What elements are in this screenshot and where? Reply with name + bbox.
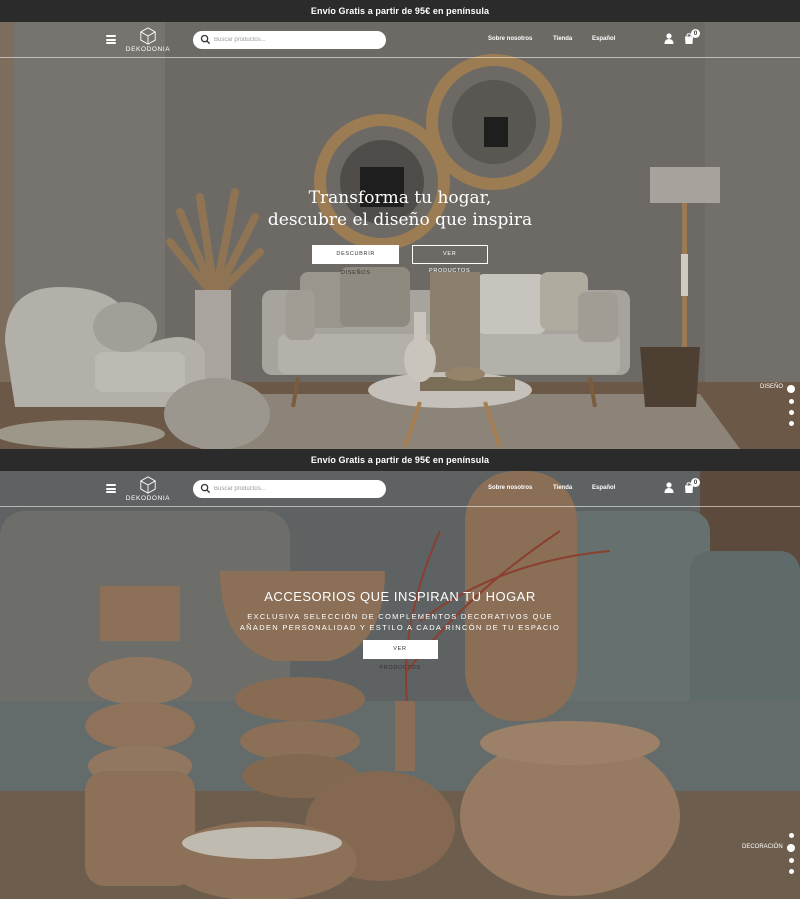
search-bar[interactable] xyxy=(193,480,386,498)
hero-heading-line2: descubre el diseño que inspira xyxy=(267,210,533,230)
search-input[interactable] xyxy=(214,482,374,496)
user-icon[interactable] xyxy=(664,33,674,44)
hero-heading-line1: Transforma tu hogar, xyxy=(308,188,492,208)
slide-dot-2-active[interactable] xyxy=(787,844,795,852)
nav-link-about[interactable]: Sobre nosotros xyxy=(488,36,532,42)
cart-button[interactable]: 0 xyxy=(684,29,702,45)
discover-designs-button[interactable]: DESCUBRIR DISEÑOS xyxy=(312,245,400,276)
site-logo[interactable]: DEKODONIA xyxy=(125,476,171,504)
site-logo[interactable]: DEKODONIA xyxy=(125,27,171,55)
hero-subtitle-line2: AÑADEN PERSONALIDAD Y ESTILO A CADA RINC… xyxy=(239,623,561,632)
cart-button[interactable]: 0 xyxy=(684,478,702,494)
slide-dot-1-active[interactable] xyxy=(787,385,795,393)
hero-frame-decoration: Envío Gratis a partir de 95€ en penínsul… xyxy=(0,449,800,899)
menu-icon[interactable] xyxy=(106,484,116,493)
slide-dot-4[interactable] xyxy=(788,869,794,874)
cart-count-badge: 0 xyxy=(691,478,700,487)
search-bar[interactable] xyxy=(193,31,386,49)
user-icon[interactable] xyxy=(664,482,674,493)
search-icon[interactable] xyxy=(200,483,211,494)
nav-link-shop[interactable]: Tienda xyxy=(553,485,572,491)
hero-slide-design: DEKODONIA Sobre nosotros Tienda Español xyxy=(0,22,800,449)
logo-text: DEKODONIA xyxy=(125,46,171,53)
logo-cube-icon xyxy=(140,476,156,494)
view-products-button[interactable]: VER PRODUCTOS xyxy=(411,245,488,274)
slide-dot-3[interactable] xyxy=(788,858,794,863)
cart-count-badge: 0 xyxy=(691,29,700,38)
logo-text: DEKODONIA xyxy=(125,495,171,502)
slide-dot-4[interactable] xyxy=(788,421,794,426)
nav-link-about[interactable]: Sobre nosotros xyxy=(488,485,532,491)
language-selector[interactable]: Español xyxy=(592,36,615,42)
hero-content: Transforma tu hogar, descubre el diseño … xyxy=(0,187,800,276)
announcement-bar: Envío Gratis a partir de 95€ en penínsul… xyxy=(0,0,800,22)
slide-label-design: DISEÑO xyxy=(760,384,784,390)
nav-link-shop[interactable]: Tienda xyxy=(553,36,572,42)
slide-dot-1[interactable] xyxy=(788,833,794,838)
slide-pagination xyxy=(787,382,795,429)
view-products-button[interactable]: VER PRODUCTOS xyxy=(362,640,438,671)
hero-heading: ACCESORIOS QUE INSPIRAN TU HOGAR xyxy=(264,589,536,604)
hero-subtitle-line1: EXCLUSIVA SELECCIÓN DE COMPLEMENTOS DECO… xyxy=(247,612,553,621)
hero-content: ACCESORIOS QUE INSPIRAN TU HOGAR EXCLUSI… xyxy=(0,588,800,671)
slide-label-decoration: DECORACIÓN xyxy=(742,844,783,850)
logo-cube-icon xyxy=(140,27,156,45)
search-icon[interactable] xyxy=(200,34,211,45)
language-selector[interactable]: Español xyxy=(592,485,615,491)
slide-dot-3[interactable] xyxy=(788,410,794,415)
slide-pagination xyxy=(787,830,795,877)
hero-slide-decoration: DEKODONIA Sobre nosotros Tienda Español xyxy=(0,471,800,899)
wooden-vases-hero-image xyxy=(0,471,800,899)
search-input[interactable] xyxy=(214,33,374,47)
hero-frame-design: Envío Gratis a partir de 95€ en penínsul… xyxy=(0,0,800,449)
slide-dot-2[interactable] xyxy=(788,399,794,404)
menu-icon[interactable] xyxy=(106,35,116,44)
announcement-bar: Envío Gratis a partir de 95€ en penínsul… xyxy=(0,449,800,471)
site-header: DEKODONIA Sobre nosotros Tienda Español xyxy=(0,22,800,58)
site-header: DEKODONIA Sobre nosotros Tienda Español xyxy=(0,471,800,507)
